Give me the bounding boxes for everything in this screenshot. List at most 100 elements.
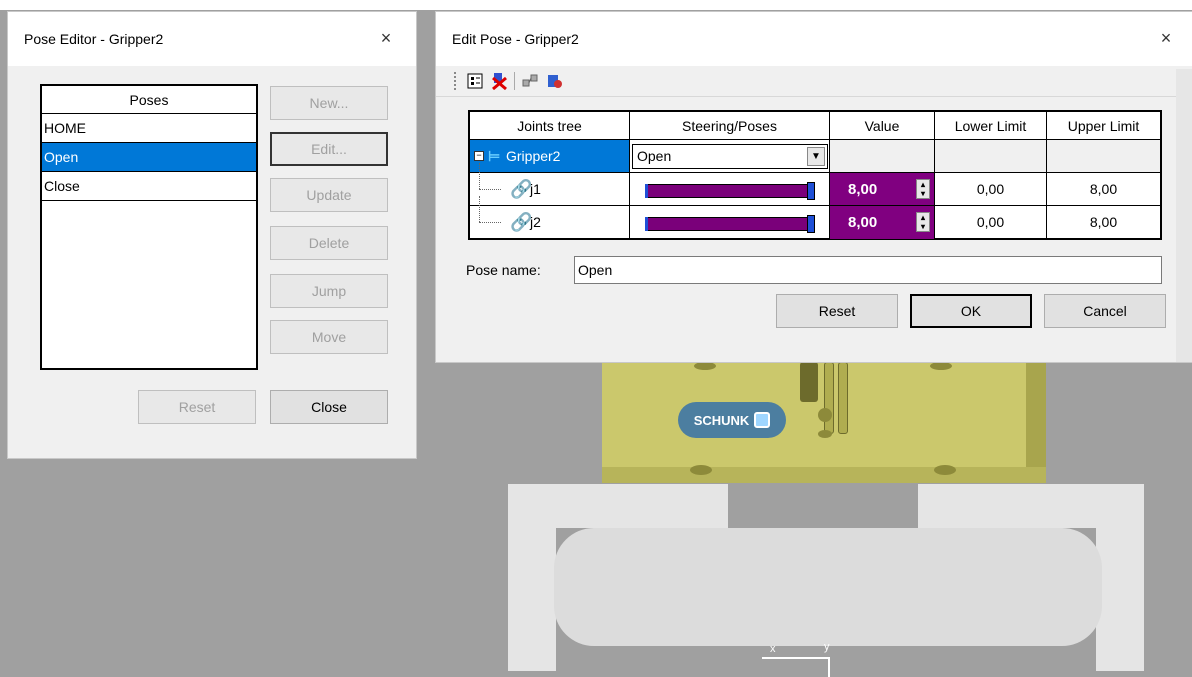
slider-thumb[interactable]	[807, 182, 815, 200]
top-strip	[0, 0, 1192, 10]
cancel-button[interactable]: Cancel	[1044, 294, 1166, 328]
tree-root-cell[interactable]: − ⊨ Gripper2	[470, 140, 630, 173]
edit-pose-title: Edit Pose - Gripper2	[452, 31, 579, 47]
delete-button[interactable]: Delete	[270, 226, 388, 260]
poses-list[interactable]: Poses HOME Open Close	[40, 84, 258, 370]
mount-hole	[818, 408, 832, 422]
refresh-joints-icon[interactable]	[545, 72, 563, 90]
pose-editor-title: Pose Editor - Gripper2	[24, 31, 164, 47]
steering-dropdown-value: Open	[637, 148, 672, 164]
axis-y-line	[828, 657, 830, 677]
tree-connector	[479, 189, 501, 190]
chevron-down-icon[interactable]: ▼	[807, 147, 825, 166]
close-icon[interactable]: ×	[1156, 28, 1176, 48]
pose-editor-titlebar[interactable]: Pose Editor - Gripper2 ×	[8, 12, 416, 66]
mount-hole	[694, 362, 716, 370]
value-cell	[830, 140, 935, 173]
toolbar-divider	[436, 96, 1176, 97]
value-field[interactable]: 8,00 ▴ ▾	[830, 206, 935, 239]
edit-pose-titlebar[interactable]: Edit Pose - Gripper2 ×	[436, 12, 1192, 66]
axis-x-line	[762, 657, 830, 659]
spinner-icon[interactable]: ▴ ▾	[916, 212, 930, 232]
spinner-icon[interactable]: ▴ ▾	[916, 179, 930, 199]
right-jaw	[1096, 484, 1144, 671]
pose-editor-window: Pose Editor - Gripper2 × Poses HOME Open…	[8, 12, 416, 458]
axis-x-label: x	[770, 643, 776, 655]
gripper-slot	[800, 362, 818, 402]
update-button[interactable]: Update	[270, 178, 388, 212]
axis-y-label: y	[824, 641, 830, 653]
gripper-body-band	[602, 467, 1046, 483]
close-button[interactable]: Close	[270, 390, 388, 424]
gripper-slot	[838, 362, 848, 434]
joint-properties-icon[interactable]	[466, 72, 484, 90]
gripper-body-edge	[1026, 345, 1046, 483]
column-header-lower-limit[interactable]: Lower Limit	[935, 112, 1047, 140]
gripper-root-label: Gripper2	[506, 148, 561, 164]
mount-hole	[934, 465, 956, 475]
joint-slider[interactable]	[645, 215, 815, 233]
upper-limit-value: 8,00	[1089, 214, 1118, 230]
reset-button[interactable]: Reset	[138, 390, 256, 424]
schunk-logo: SCHUNK	[678, 402, 786, 438]
collapse-icon[interactable]: −	[474, 151, 484, 161]
list-item[interactable]: Close	[42, 172, 256, 201]
edit-button[interactable]: Edit...	[270, 132, 388, 166]
upper-limit-cell	[1047, 140, 1160, 173]
upper-limit-value: 8,00	[1047, 173, 1160, 206]
column-header-upper-limit[interactable]: Upper Limit	[1047, 112, 1160, 140]
value-field[interactable]: 8,00 ▴ ▾	[830, 173, 935, 206]
list-item[interactable]: Open	[42, 143, 256, 172]
joint-value: 8,00	[848, 181, 878, 198]
scrollbar[interactable]	[1176, 69, 1192, 362]
schunk-logo-text: SCHUNK	[693, 412, 750, 428]
pose-name-field[interactable]: Open	[574, 256, 1162, 284]
slider-cell[interactable]	[630, 206, 830, 239]
column-header-joints-tree[interactable]: Joints tree	[470, 112, 630, 140]
joint-slider[interactable]	[645, 182, 815, 200]
reset-button[interactable]: Reset	[776, 294, 898, 328]
gripper-icon: ⊨	[488, 148, 501, 164]
pose-name-label: Pose name:	[466, 262, 541, 278]
finger-block	[554, 528, 1102, 646]
joints-grid: Joints tree Steering/Poses Value Lower L…	[468, 110, 1162, 240]
list-item[interactable]: HOME	[42, 114, 256, 143]
tree-connector	[479, 222, 501, 223]
slider-cell[interactable]	[630, 173, 830, 206]
slider-thumb[interactable]	[807, 215, 815, 233]
new-button[interactable]: New...	[270, 86, 388, 120]
edit-pose-window: Edit Pose - Gripper2 × Joints tree Steer…	[436, 12, 1192, 362]
toolbar-separator	[514, 72, 515, 90]
poses-list-header: Poses	[42, 86, 256, 114]
lower-limit-value: 0,00	[935, 173, 1047, 206]
ok-button[interactable]: OK	[910, 294, 1032, 328]
left-jaw	[508, 484, 556, 671]
mount-hole	[930, 362, 952, 370]
mount-hole	[690, 465, 712, 475]
jump-button[interactable]: Jump	[270, 274, 388, 308]
slider-min-marker	[645, 184, 648, 198]
joint-label: j1	[530, 181, 541, 197]
tree-connector	[479, 196, 480, 222]
schunk-logo-icon	[754, 412, 771, 428]
tree-joint-cell[interactable]: 🔗 j1	[470, 163, 630, 206]
link-icon[interactable]	[521, 72, 539, 90]
steering-dropdown[interactable]: Open ▼	[632, 144, 828, 169]
column-header-value[interactable]: Value	[830, 112, 935, 140]
column-header-steering[interactable]: Steering/Poses	[630, 112, 830, 140]
tree-joint-cell[interactable]: 🔗 j2	[470, 196, 630, 239]
lower-limit-value: 0,00	[935, 206, 1047, 239]
delete-joint-icon[interactable]	[490, 72, 508, 90]
lower-limit-cell	[935, 140, 1047, 173]
toolbar-grip	[454, 72, 456, 90]
edit-pose-toolbar	[454, 70, 563, 92]
gripper-slot	[824, 362, 834, 434]
slider-min-marker	[645, 217, 648, 231]
joint-label: j2	[530, 214, 541, 230]
tree-connector	[479, 163, 480, 189]
joint-value: 8,00	[848, 214, 878, 231]
close-icon[interactable]: ×	[376, 28, 396, 48]
steering-cell[interactable]: Open ▼	[630, 140, 830, 173]
move-button[interactable]: Move	[270, 320, 388, 354]
mount-hole	[818, 430, 832, 438]
